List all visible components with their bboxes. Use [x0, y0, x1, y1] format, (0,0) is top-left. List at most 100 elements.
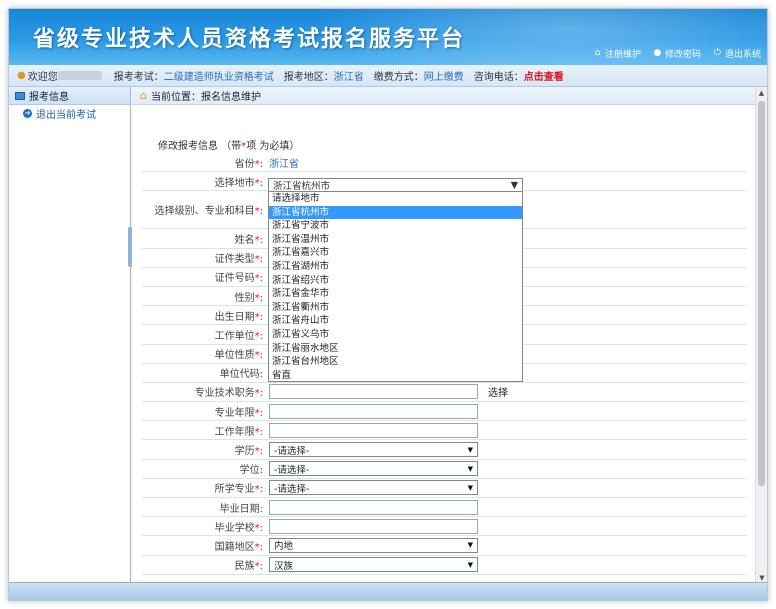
major-select[interactable]: -请选择- ▼: [269, 480, 478, 496]
breadcrumb-label: 当前位置：报名信息维护: [150, 92, 261, 103]
city-option[interactable]: 浙江省嘉兴市: [269, 246, 522, 260]
sidebar: 报考信息 ➜ 退出当前考试: [9, 87, 134, 584]
phone-view-link[interactable]: 点击查看: [524, 68, 564, 83]
city-option[interactable]: 浙江省湖州市: [269, 260, 522, 274]
field-label: 单位代码: [219, 369, 260, 381]
field-label: 证件号码: [214, 273, 255, 285]
vertical-scrollbar[interactable]: ▲ ▼: [755, 87, 767, 584]
city-option[interactable]: 浙江省温州市: [269, 233, 522, 247]
user-icon: ●: [653, 48, 662, 58]
power-icon: ⏻: [713, 48, 722, 58]
education-select[interactable]: -请选择- ▼: [269, 442, 478, 458]
city-select[interactable]: 浙江省杭州市 ▼: [268, 178, 523, 192]
field-label: 选择级别、专业和科目: [154, 206, 255, 218]
field-label: 学位: [239, 465, 260, 477]
ethnicity-select[interactable]: 汉族 ▼: [269, 557, 478, 573]
city-option[interactable]: 浙江省衢州市: [269, 301, 522, 315]
city-option[interactable]: 浙江省绍兴市: [269, 274, 522, 288]
form-title-suffix: 项 为必填）: [246, 141, 300, 152]
field-label: 工作单位: [214, 330, 255, 342]
change-password-label: 修改密码: [664, 50, 701, 60]
welcome-text: 欢迎您: [27, 72, 58, 83]
school-input[interactable]: [269, 518, 478, 534]
degree-select[interactable]: -请选择- ▼: [269, 461, 478, 477]
province-value: 浙江省: [269, 158, 299, 170]
form-row-education: 学历*: -请选择- ▼: [142, 440, 747, 460]
folder-icon: [15, 91, 25, 100]
form-row-prof-years: 专业年限*:: [142, 402, 747, 422]
field-label: 证件类型: [214, 254, 255, 266]
region-value: 浙江省: [333, 72, 364, 83]
info-bar: ● 欢迎您 报考考试： 二级建造师执业资格考试 报考地区： 浙江省 缴费方式： …: [9, 65, 767, 87]
form-row-school: 毕业学校*:: [142, 517, 747, 537]
city-option[interactable]: 浙江省丽水地区: [269, 342, 522, 356]
nationality-select[interactable]: 内地 ▼: [269, 537, 478, 553]
tech-title-input[interactable]: [269, 384, 478, 400]
home-icon: ⌂: [594, 48, 601, 58]
select-title-button[interactable]: 选择: [488, 384, 508, 399]
city-select-value: 浙江省杭州市: [273, 181, 331, 192]
logout-link[interactable]: ⏻ 退出系统: [713, 47, 761, 61]
phone-key: 咨询电话：: [473, 72, 524, 83]
field-label: 选择地市: [214, 177, 255, 189]
city-option[interactable]: 浙江省舟山市: [269, 314, 522, 328]
field-label: 国籍地区: [214, 541, 255, 553]
field-label: 姓名: [234, 234, 255, 246]
dropdown-arrow-icon: ▼: [467, 445, 473, 454]
city-dropdown-list: 请选择地市 浙江省杭州市 浙江省宁波市 浙江省温州市 浙江省嘉兴市 浙江省湖州市 浙江省绍兴…: [268, 191, 523, 382]
field-label: 专业技术职务: [194, 388, 255, 400]
sidebar-item-label: 退出当前考试: [36, 109, 96, 121]
dropdown-arrow-icon: ▼: [467, 464, 473, 473]
form-row-province: 省份*: 浙江省: [142, 153, 747, 173]
field-label: 出生日期: [214, 311, 255, 323]
payment-value: 网上缴费: [423, 72, 464, 83]
city-option[interactable]: 浙江省杭州市: [269, 205, 522, 220]
site-title: 省级专业技术人员资格考试报名服务平台: [33, 27, 466, 52]
city-option[interactable]: 浙江省金华市: [269, 287, 522, 301]
scroll-up-icon[interactable]: ▲: [756, 87, 767, 99]
form-row-nationality: 国籍地区*: 内地 ▼: [142, 536, 747, 556]
city-option[interactable]: 浙江省宁波市: [269, 219, 522, 233]
top-links: ⌂ 注册维护 ● 修改密码 ⏻ 退出系统: [593, 47, 761, 61]
city-option[interactable]: 浙江省义乌市: [269, 328, 522, 342]
user-avatar-icon: ●: [17, 70, 26, 81]
dropdown-arrow-icon: ▼: [467, 541, 473, 550]
dropdown-arrow-icon: ▼: [467, 483, 473, 492]
field-label: 毕业学校: [214, 522, 255, 534]
register-maintain-link[interactable]: ⌂ 注册维护: [593, 47, 641, 61]
sidebar-item-exit-exam[interactable]: ➜ 退出当前考试: [9, 105, 130, 121]
redacted-username: [57, 71, 102, 80]
exam-value: 二级建造师执业资格考试: [163, 72, 274, 83]
city-option[interactable]: 省直: [269, 369, 522, 383]
field-label: 省份: [234, 158, 255, 170]
scrollbar-thumb[interactable]: [758, 101, 765, 486]
register-maintain-label: 注册维护: [604, 50, 641, 60]
region-key: 报考地区：: [283, 72, 334, 83]
sidebar-header: 报考信息: [9, 87, 130, 105]
logout-label: 退出系统: [724, 50, 761, 60]
dropdown-arrow-icon: ▼: [510, 179, 518, 191]
breadcrumb: ⌂ 当前位置：报名信息维护: [132, 87, 757, 105]
arrow-right-icon: ➜: [23, 108, 32, 118]
form-row-degree: 学位: -请选择- ▼: [142, 460, 747, 479]
change-password-link[interactable]: ● 修改密码: [653, 47, 701, 61]
field-label: 单位性质: [214, 350, 255, 362]
work-years-input[interactable]: [269, 422, 478, 438]
field-label: 毕业日期: [219, 503, 260, 515]
city-option[interactable]: 请选择地市: [269, 192, 522, 206]
grad-date-input[interactable]: [269, 499, 478, 515]
payment-key: 缴费方式：: [373, 72, 424, 83]
field-label: 工作年限: [214, 426, 255, 438]
form-row-ethnicity: 民族*: 汉族 ▼: [142, 556, 747, 575]
form-row-major: 所学专业*: -请选择- ▼: [142, 479, 747, 498]
exam-key: 报考考试：: [113, 72, 164, 83]
field-label: 性别: [234, 292, 255, 304]
form-row-grad-date: 毕业日期:: [142, 498, 747, 518]
dropdown-arrow-icon: ▼: [467, 560, 473, 569]
city-option[interactable]: 浙江省台州地区: [269, 355, 522, 369]
field-label: 所学专业: [214, 484, 255, 496]
sidebar-header-label: 报考信息: [29, 92, 69, 103]
prof-years-input[interactable]: [269, 403, 478, 419]
field-label: 民族: [234, 561, 255, 573]
form-title-prefix: 修改报考信息 （带: [158, 141, 242, 152]
